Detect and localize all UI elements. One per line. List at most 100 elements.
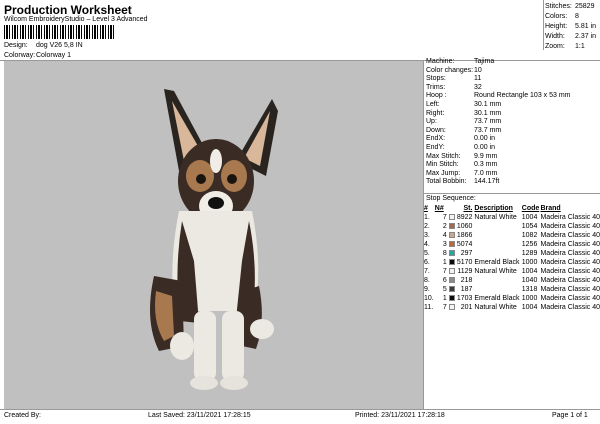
barcode	[4, 25, 116, 39]
stop-sequence-row: 9. 5 187 1318 Madeira Classic 40	[424, 285, 600, 294]
stat-value: 1:1	[575, 43, 585, 50]
col-code: Code	[521, 205, 540, 212]
stat-value: 2.37 in	[575, 33, 597, 40]
col-description: Description	[474, 205, 513, 212]
machine-label: Hoop :	[426, 92, 447, 100]
machine-value: 0.00 in	[474, 143, 496, 151]
row-stitches: 201	[460, 304, 473, 311]
row-brand: Madeira Classic 40	[540, 214, 600, 221]
row-num: 5.	[424, 250, 430, 257]
stop-sequence-row: 10. 1 1703 Emerald Black 1000 Madeira Classic…	[424, 294, 600, 303]
color-swatch	[448, 250, 455, 257]
machine-value: 10	[474, 66, 482, 74]
stop-sequence-row: 11. 7 201 Natural White 1004 Madeira Classic …	[424, 303, 600, 312]
stat-row: Width: 2.37 in	[545, 32, 599, 42]
row-num: 6.	[424, 259, 430, 266]
color-swatch	[448, 214, 455, 221]
row-stitches: 1866	[456, 232, 473, 239]
stat-label: Width:	[545, 33, 565, 40]
machine-value: Round Rectangle 103 x 53 mm	[474, 92, 571, 100]
row-description: Emerald Black	[474, 295, 520, 302]
row-needle: 7	[442, 304, 447, 311]
machine-row: Color changes: 10	[426, 67, 598, 76]
machine-label: Machine:	[426, 58, 455, 65]
machine-value: 11	[474, 75, 482, 83]
row-code: 1000	[521, 295, 538, 302]
stop-sequence-row: 2. 2 1060 1054 Madeira Classic 40	[424, 222, 600, 231]
row-code: 1256	[521, 241, 538, 248]
row-swatch	[448, 294, 457, 303]
row-num: 11.	[424, 304, 434, 311]
created-by: Created By:	[4, 412, 41, 419]
row-stitches: 1129	[457, 268, 473, 275]
row-description	[474, 222, 521, 231]
design-info: Design: dog V26 5,8 IN Colorway: Colorway …	[4, 41, 83, 61]
color-swatch	[448, 304, 455, 311]
row-needle: 5	[442, 286, 447, 293]
row-description	[474, 240, 521, 249]
stat-value: 5.81 in	[575, 23, 597, 30]
stat-row: Height: 5.81 in	[545, 22, 599, 32]
stat-label: Zoom:	[545, 43, 565, 50]
row-num: 3.	[424, 232, 430, 239]
design-label: Design:	[4, 42, 28, 49]
row-code: 1054	[521, 223, 538, 230]
row-brand: Madeira Classic 40	[540, 232, 600, 239]
row-swatch	[448, 285, 457, 294]
row-num: 9.	[424, 286, 430, 293]
row-stitches: 5170	[456, 259, 473, 266]
stop-sequence-title: Stop Sequence:	[426, 195, 476, 202]
col-needle: N#	[434, 205, 444, 212]
stat-value: 25829	[575, 3, 595, 10]
stop-sequence-row: 4. 3 5074 1256 Madeira Classic 40	[424, 240, 600, 249]
machine-value: 0.3 mm	[474, 161, 498, 169]
row-swatch	[448, 222, 457, 231]
row-swatch	[448, 258, 457, 267]
design-preview	[4, 61, 423, 409]
machine-value: 30.1 mm	[474, 100, 502, 108]
row-brand: Madeira Classic 40	[540, 241, 600, 248]
machine-label: Left:	[426, 100, 440, 108]
sequence-divider	[424, 193, 600, 194]
row-brand: Madeira Classic 40	[540, 259, 600, 266]
machine-value: 9.9 mm	[474, 152, 498, 160]
row-needle: 8	[442, 250, 447, 257]
stop-sequence-row: 7. 7 1129 Natural White 1004 Madeira Classic …	[424, 267, 600, 276]
stop-sequence-row: 8. 6 218 1040 Madeira Classic 40	[424, 276, 600, 285]
row-code: 1004	[521, 214, 538, 221]
stat-row: Zoom: 1:1	[545, 42, 599, 52]
row-brand: Madeira Classic 40	[540, 277, 600, 284]
machine-value: 30.1 mm	[474, 109, 502, 117]
row-needle: 7	[442, 268, 447, 275]
row-num: 1.	[424, 214, 430, 221]
row-description: Natural White	[474, 268, 517, 275]
row-brand: Madeira Classic 40	[540, 268, 600, 275]
dog-embroidery-image	[150, 89, 278, 390]
row-needle: 1	[442, 295, 447, 302]
machine-row: Stops: 11	[426, 75, 598, 84]
row-stitches: 5074	[456, 241, 473, 248]
row-brand: Madeira Classic 40	[540, 304, 600, 311]
color-swatch	[448, 295, 455, 302]
worksheet-title: Production Worksheet	[4, 3, 132, 17]
row-stitches: 1703	[456, 295, 473, 302]
stop-sequence-row: 5. 8 297 1289 Madeira Classic 40	[424, 249, 600, 258]
row-needle: 1	[442, 259, 447, 266]
stop-sequence-header: # N# St. Description Code Brand	[424, 204, 600, 213]
row-swatch	[448, 213, 457, 222]
machine-row: Down: 73.7 mm	[426, 127, 598, 136]
row-swatch	[448, 231, 457, 240]
row-description	[474, 249, 521, 258]
stat-label: Height:	[545, 23, 568, 30]
row-num: 10.	[424, 295, 434, 302]
machine-row: Total Bobbin: 144.17ft	[426, 178, 598, 187]
color-swatch	[448, 241, 455, 248]
machine-label: Stops:	[426, 75, 446, 83]
col-brand: Brand	[540, 205, 561, 212]
stat-label: Colors:	[545, 13, 568, 20]
color-swatch	[448, 277, 455, 284]
machine-row: Machine: Tajima	[426, 58, 598, 67]
machine-value: 32	[474, 83, 482, 91]
machine-info: Machine: Tajima Color changes: 10 Stops: 11 Tr…	[426, 58, 598, 187]
machine-label: Max Jump:	[426, 169, 461, 177]
